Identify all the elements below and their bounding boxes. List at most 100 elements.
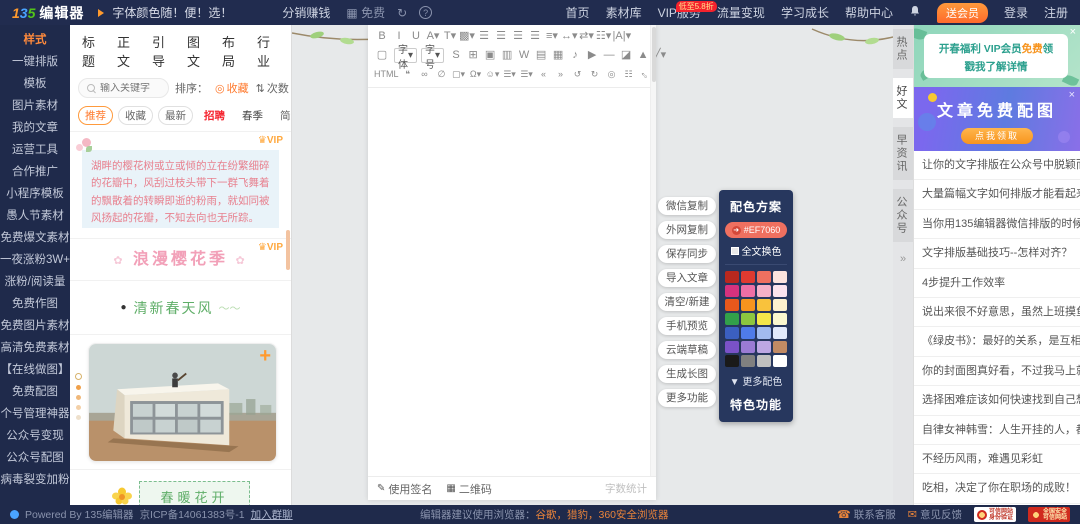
current-color-button[interactable]: ➜ #EF7060 <box>725 222 787 238</box>
image-icon[interactable]: ▣ <box>482 47 498 64</box>
sidebar-item[interactable]: 样式 <box>0 29 70 51</box>
sidebar-item[interactable]: 合作推广 <box>0 161 70 183</box>
spring-bloom-button[interactable]: 春暖花开 <box>139 481 249 505</box>
right-vertical-tab[interactable]: 热点 <box>893 29 913 69</box>
html-icon[interactable]: HTML <box>374 66 399 83</box>
filter-chip[interactable]: 春季 <box>236 107 269 124</box>
strikethrough-icon[interactable]: S <box>448 47 464 64</box>
login-link[interactable]: 登录 <box>1004 4 1028 21</box>
sidebar-item[interactable]: 愚人节素材 <box>0 205 70 227</box>
nav-vip-service[interactable]: 低至5.8折 VIP服务 <box>658 4 701 21</box>
article-list-item[interactable]: 4步提升工作效率 <box>914 269 1080 298</box>
color-swatch[interactable] <box>773 355 787 367</box>
color-swatch[interactable] <box>757 271 771 283</box>
indent-left-icon[interactable]: « <box>536 66 552 83</box>
sidebar-item[interactable]: 小程序模板 <box>0 183 70 205</box>
color-swatch[interactable] <box>725 299 739 311</box>
style-tab[interactable]: 正文 <box>117 32 139 70</box>
color-swatch[interactable] <box>773 313 787 325</box>
article-list-item[interactable]: 文字排版基础技巧--怎样对齐？ <box>914 239 1080 268</box>
style-card-image[interactable]: + <box>70 335 291 470</box>
sidebar-item[interactable]: 公众号变现 <box>0 425 70 447</box>
contact-support-button[interactable]: ☎ 联系客服 <box>837 507 896 522</box>
underline-icon[interactable]: U <box>408 28 424 45</box>
trusted-site-badge[interactable]: 可信网站身份验证 <box>974 507 1016 522</box>
right-vertical-tab[interactable]: 早资讯 <box>893 127 913 180</box>
floating-action-button[interactable]: 更多功能 <box>658 389 716 407</box>
color-swatch[interactable] <box>725 341 739 353</box>
text-case-icon[interactable]: |A|▾ <box>613 28 632 45</box>
article-list-item[interactable]: 说出来很不好意思，虽然上班摸鱼了一... <box>914 298 1080 327</box>
more-colors-button[interactable]: ▼ 更多配色 <box>725 373 787 388</box>
add-image-button[interactable]: + <box>259 346 271 366</box>
article-list-item[interactable]: 吃相，决定了你在职场的成败！ <box>914 474 1080 503</box>
full-text-recolor-checkbox[interactable]: 全文换色 <box>725 243 787 265</box>
nav-material-library[interactable]: 素材库 <box>606 4 642 21</box>
sidebar-item[interactable]: 免费爆文素材 <box>0 227 70 249</box>
collapse-panel-icon[interactable]: » <box>900 253 906 265</box>
sidebar-item[interactable]: 免费图片素材 <box>0 315 70 337</box>
paragraph-icon[interactable]: ☷▾ <box>596 28 612 45</box>
align-center-icon[interactable]: ☰ <box>493 28 509 45</box>
filter-chip[interactable]: 简约 <box>274 107 292 124</box>
color-swatch[interactable] <box>773 299 787 311</box>
align-right-icon[interactable]: ☰ <box>510 28 526 45</box>
ordered-list-icon[interactable]: ☰▾ <box>502 66 518 83</box>
sort-option[interactable]: ◎ 收藏 <box>215 80 249 96</box>
color-swatch[interactable] <box>725 285 739 297</box>
unordered-list-icon[interactable]: ☰▾ <box>519 66 535 83</box>
special-char-icon[interactable]: Ω▾ <box>468 66 484 83</box>
color-swatch[interactable] <box>741 271 755 283</box>
divider-icon[interactable]: — <box>601 47 617 64</box>
color-swatch[interactable] <box>725 313 739 325</box>
sidebar-item[interactable]: 涨粉/阅读量 <box>0 271 70 293</box>
font-family-select[interactable]: 字体▾ <box>394 48 417 63</box>
sidebar-item[interactable]: 图片素材 <box>0 95 70 117</box>
floating-action-button[interactable]: 手机预览 <box>658 317 716 335</box>
bold-icon[interactable]: B <box>374 28 390 45</box>
free-images-banner[interactable]: × 文章免费配图 点我领取 <box>914 87 1080 151</box>
nav-help-center[interactable]: 帮助中心 <box>845 4 893 21</box>
map-icon[interactable]: ▦ <box>550 47 566 64</box>
close-icon[interactable]: × <box>1070 26 1076 38</box>
floating-action-button[interactable]: 外网复制 <box>658 221 716 239</box>
filter-chip[interactable]: 最新 <box>158 106 193 125</box>
register-link[interactable]: 注册 <box>1044 4 1068 21</box>
link-icon[interactable]: ∞ <box>417 66 433 83</box>
use-signature-button[interactable]: ✎ 使用签名 <box>377 481 432 497</box>
indent-right-icon[interactable]: » <box>553 66 569 83</box>
style-panel-scrollbar[interactable] <box>286 230 290 270</box>
article-list-item[interactable]: 自律女神韩雪：人生开挂的人，都有这... <box>914 416 1080 445</box>
nav-traffic[interactable]: 流量变现 <box>717 4 765 21</box>
carousel-dots[interactable] <box>75 373 82 420</box>
filter-chip[interactable]: 招聘 <box>198 107 231 124</box>
filter-chip[interactable]: 收藏 <box>118 106 153 125</box>
color-swatch[interactable] <box>773 271 787 283</box>
sidebar-item[interactable]: 模板 <box>0 73 70 95</box>
color-swatch[interactable] <box>757 355 771 367</box>
chart-icon[interactable]: ▲ <box>635 47 651 64</box>
qrcode-button[interactable]: ▦ 二维码 <box>446 481 491 497</box>
color-swatch[interactable] <box>773 327 787 339</box>
color-swatch[interactable] <box>725 355 739 367</box>
join-group-link[interactable]: 加入群聊 <box>251 507 293 522</box>
sidebar-item[interactable]: 病毒裂变加粉 <box>0 469 70 491</box>
sidebar-item[interactable]: 一夜涨粉3W+ <box>0 249 70 271</box>
national-security-badge[interactable]: 全国安全可信网站 <box>1028 507 1070 522</box>
style-card-spring-button[interactable]: 春暖花开 <box>70 470 291 505</box>
claim-now-button[interactable]: 点我领取 <box>961 128 1033 144</box>
style-card-sakura-paragraph[interactable]: ♛VIP 湖畔的樱花树或立或倾的立在纷繁细碎的花瓣中，风刮过枝头带下一群飞舞着的… <box>70 132 291 239</box>
sidebar-item[interactable]: 公众号配图 <box>0 447 70 469</box>
carousel-dot-ring[interactable] <box>75 373 82 380</box>
eraser-icon[interactable]: ◪ <box>618 47 634 64</box>
undo-icon[interactable]: ↺ <box>570 66 586 83</box>
free-grid-icon[interactable]: ▦ 免费 <box>346 4 385 21</box>
article-list-item[interactable]: 你的封面图真好看，不过我马上就要偷... <box>914 357 1080 386</box>
color-swatch[interactable] <box>757 341 771 353</box>
indent-icon[interactable]: ⇄▾ <box>579 28 595 45</box>
color-swatch[interactable] <box>757 299 771 311</box>
carousel-dot[interactable] <box>76 405 81 410</box>
style-tab[interactable]: 图文 <box>187 32 209 70</box>
feedback-button[interactable]: ✉ 意见反馈 <box>908 507 962 522</box>
color-swatch[interactable] <box>757 285 771 297</box>
